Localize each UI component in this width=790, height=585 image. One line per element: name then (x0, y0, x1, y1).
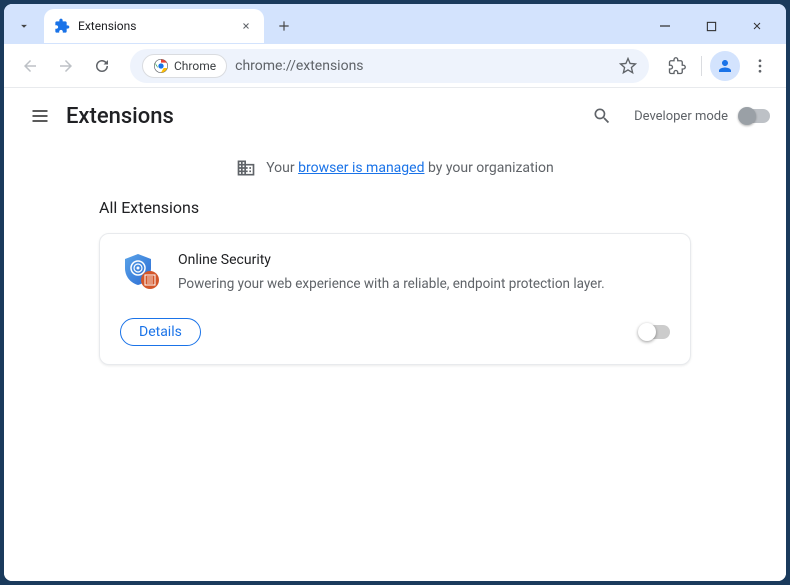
tab-search-button[interactable] (10, 12, 38, 40)
page-title: Extensions (66, 104, 174, 129)
extensions-section: All Extensions (75, 198, 715, 365)
menu-button[interactable] (744, 50, 776, 82)
maximize-button[interactable] (688, 10, 734, 42)
search-button[interactable] (582, 96, 622, 136)
close-window-button[interactable] (734, 10, 780, 42)
site-chip[interactable]: Chrome (142, 54, 227, 78)
reload-button[interactable] (86, 50, 118, 82)
address-bar[interactable]: Chrome chrome://extensions (130, 49, 649, 83)
details-button[interactable]: Details (120, 318, 201, 346)
managed-link[interactable]: browser is managed (298, 160, 424, 176)
toolbar-separator (701, 56, 702, 76)
developer-mode-label: Developer mode (634, 109, 728, 124)
extensions-header: Extensions Developer mode (4, 88, 786, 144)
section-title: All Extensions (99, 198, 691, 217)
toolbar: Chrome chrome://extensions (4, 44, 786, 88)
new-tab-button[interactable] (270, 12, 298, 40)
extension-app-icon (120, 252, 160, 292)
extension-enable-toggle[interactable] (640, 325, 670, 339)
profile-button[interactable] (710, 51, 740, 81)
tab-close-button[interactable] (238, 18, 254, 34)
managed-prefix: Your (266, 160, 298, 176)
page-content: Extensions Developer mode Your browser i… (4, 88, 786, 581)
extension-card: Online Security Powering your web experi… (99, 233, 691, 365)
site-chip-label: Chrome (174, 59, 216, 73)
extension-description: Powering your web experience with a reli… (178, 274, 670, 294)
browser-tab[interactable]: Extensions (44, 9, 264, 43)
tab-title: Extensions (78, 19, 230, 33)
managed-suffix: by your organization (424, 160, 553, 176)
back-button[interactable] (14, 50, 46, 82)
url-text: chrome://extensions (235, 58, 611, 74)
minimize-button[interactable] (642, 10, 688, 42)
tab-bar: Extensions (4, 4, 786, 44)
chrome-icon (153, 58, 169, 74)
forward-button[interactable] (50, 50, 82, 82)
bookmark-button[interactable] (619, 57, 637, 75)
developer-mode-toggle[interactable] (740, 109, 770, 123)
extension-icon (54, 18, 70, 34)
managed-banner: Your browser is managed by your organiza… (4, 144, 786, 198)
extensions-button[interactable] (661, 50, 693, 82)
window-controls (642, 10, 780, 42)
building-icon (236, 158, 256, 178)
extension-name: Online Security (178, 252, 670, 268)
main-menu-button[interactable] (20, 96, 60, 136)
